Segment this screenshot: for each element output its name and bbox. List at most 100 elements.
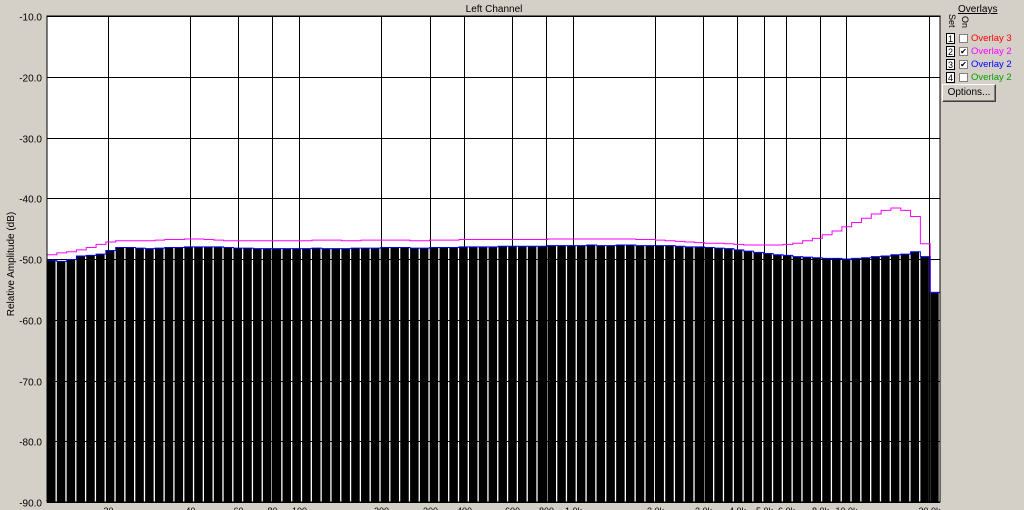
bar: [419, 248, 429, 502]
bar: [518, 246, 527, 502]
bar: [557, 245, 566, 502]
bar: [616, 245, 625, 502]
bar: [792, 256, 802, 502]
bar: [135, 248, 144, 502]
bar: [145, 248, 154, 502]
chart-title: Left Channel: [466, 4, 523, 15]
bar: [508, 246, 517, 502]
overlay-checkbox-4[interactable]: [959, 73, 968, 82]
bar: [724, 248, 733, 502]
overlay-row-1[interactable]: 1 Overlay 3: [946, 33, 1024, 45]
x-tick-label: 100: [292, 506, 307, 510]
bar: [262, 248, 272, 502]
bar: [537, 246, 547, 502]
overlay-set-button-3[interactable]: 3: [946, 59, 955, 70]
overlay-set-button-1[interactable]: 1: [946, 33, 955, 44]
bar: [311, 248, 321, 502]
bar: [782, 255, 792, 502]
bar: [174, 247, 184, 502]
bar: [361, 248, 370, 502]
bar: [871, 256, 880, 502]
bar: [753, 252, 763, 502]
bar: [105, 250, 115, 502]
overlay-row-4[interactable]: 4 Overlay 2: [946, 72, 1024, 84]
bar: [586, 245, 596, 502]
bar: [459, 246, 468, 502]
bar: [606, 245, 615, 502]
y-tick-label: -50.0: [19, 256, 42, 267]
bar: [184, 246, 193, 502]
bar: [645, 245, 655, 502]
bar: [76, 255, 85, 502]
y-tick-label: -10.0: [19, 13, 42, 24]
bar: [733, 249, 743, 502]
x-tick-label: 40: [185, 506, 195, 510]
bar: [655, 245, 664, 502]
x-tick-label: 10.0k: [835, 506, 858, 510]
bar: [47, 260, 56, 502]
x-tick-label: 5.0k: [756, 506, 774, 510]
overlay-row-3[interactable]: 3 ✔ Overlay 2: [946, 59, 1024, 71]
bar: [812, 257, 821, 502]
bar: [920, 256, 929, 502]
bar: [841, 259, 851, 502]
x-tick-label: 20: [103, 506, 113, 510]
bar: [743, 251, 753, 502]
bar: [832, 258, 841, 502]
bar: [527, 246, 537, 502]
overlay-set-button-2[interactable]: 2: [946, 46, 955, 57]
x-tick-label: 60: [233, 506, 243, 510]
bar: [576, 245, 586, 502]
x-tick-label: 6.0k: [778, 506, 796, 510]
bar: [380, 247, 390, 502]
bar: [763, 253, 772, 502]
bar: [292, 248, 301, 502]
x-tick-label: 4.0k: [729, 506, 747, 510]
bar: [439, 247, 449, 502]
bar: [596, 245, 606, 502]
overlay-row-2[interactable]: 2 ✔ Overlay 2: [946, 46, 1024, 58]
x-tick-label: 1.0k: [565, 506, 583, 510]
bar: [665, 245, 674, 502]
y-tick-label: -60.0: [19, 317, 42, 328]
bar: [223, 247, 233, 502]
bar: [547, 245, 556, 502]
y-tick-label: -70.0: [19, 378, 42, 389]
bar: [890, 254, 900, 502]
options-button[interactable]: Options...: [942, 84, 996, 102]
bar: [282, 248, 292, 502]
x-tick-label: 2.0k: [647, 506, 665, 510]
bar: [370, 248, 380, 502]
bar: [331, 248, 341, 502]
overlay-label-1: Overlay 3: [971, 33, 1012, 44]
y-tick-label: -30.0: [19, 135, 42, 146]
x-tick-label: 400: [457, 506, 472, 510]
overlay-set-button-4[interactable]: 4: [946, 72, 955, 83]
bar: [861, 257, 870, 502]
bar: [164, 247, 174, 502]
bar: [96, 254, 105, 502]
bar: [351, 248, 360, 502]
x-tick-label: 800: [539, 506, 554, 510]
spectrum-chart: Left Channel Relative Amplitude (dB) -10…: [0, 0, 1024, 510]
overlay-checkbox-2[interactable]: ✔: [959, 47, 968, 56]
overlay-label-4: Overlay 2: [971, 72, 1012, 83]
checkmark-icon: ✔: [960, 60, 967, 69]
bar: [704, 247, 713, 502]
bar: [567, 245, 576, 502]
overlay-checkbox-3[interactable]: ✔: [959, 60, 968, 69]
bar: [125, 247, 135, 502]
bar: [773, 254, 782, 502]
overlay-checkbox-1[interactable]: [959, 34, 968, 43]
bar: [851, 258, 861, 502]
on-column-header: On: [960, 16, 970, 29]
bar: [302, 248, 311, 502]
bar: [881, 255, 890, 502]
bar: [321, 248, 331, 502]
set-column-header: Set: [947, 14, 957, 28]
bar: [802, 257, 812, 502]
bar: [213, 246, 223, 502]
x-tick-label: 300: [423, 506, 438, 510]
bar: [684, 246, 694, 502]
x-tick-label: 8.0k: [812, 506, 830, 510]
